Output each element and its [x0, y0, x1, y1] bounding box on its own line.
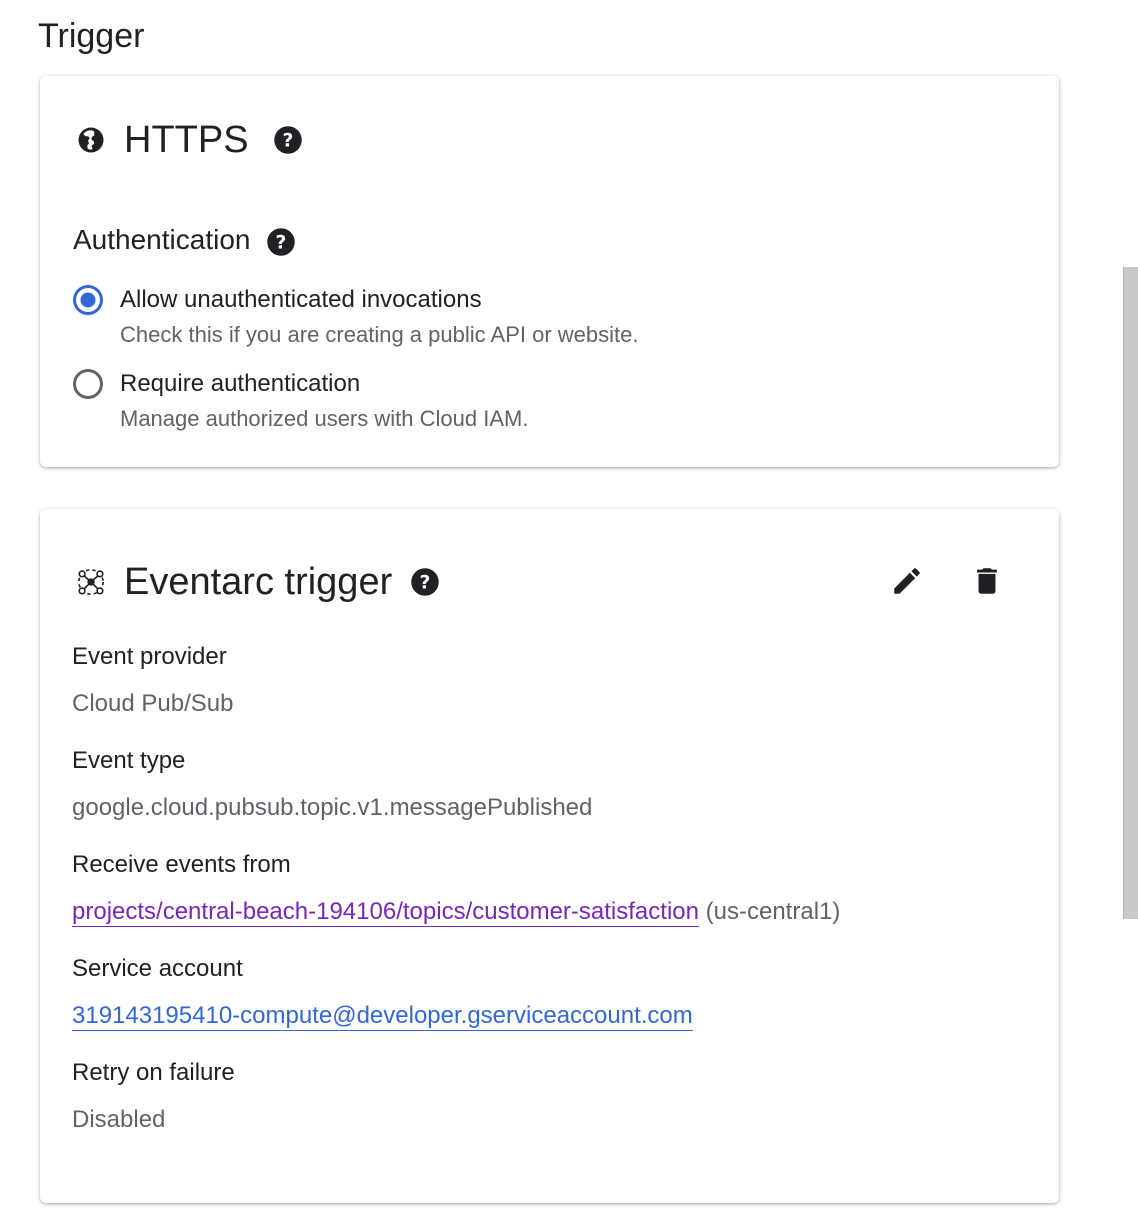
radio-unselected-icon[interactable]: [72, 368, 104, 400]
field-service-account: Service account 319143195410-compute@dev…: [72, 954, 693, 1032]
radio-selected-icon[interactable]: [72, 284, 104, 316]
authentication-label: Authentication: [73, 224, 251, 255]
field-value: google.cloud.pubsub.topic.v1.messagePubl…: [72, 794, 593, 821]
radio-description: Manage authorized users with Cloud IAM.: [120, 406, 529, 431]
field-receive-events-from: Receive events from projects/central-bea…: [72, 850, 840, 928]
section-title: Trigger: [38, 17, 145, 55]
radio-label: Require authentication: [120, 370, 361, 397]
svg-text:?: ?: [276, 232, 287, 253]
field-event-type: Event type google.cloud.pubsub.topic.v1.…: [72, 746, 592, 824]
authentication-help-icon[interactable]: ?: [266, 227, 296, 257]
field-label: Event provider: [72, 643, 227, 670]
radio-allow-unauthenticated[interactable]: Allow unauthenticated invocations Check …: [72, 284, 638, 350]
eventarc-title: Eventarc trigger: [124, 561, 393, 603]
field-value: Cloud Pub/Sub: [72, 690, 234, 717]
trigger-page: Trigger HTTPS ? Authentication ? Allow u…: [0, 0, 1138, 1220]
edit-icon: [894, 568, 920, 594]
radio-label: Allow unauthenticated invocations: [120, 286, 482, 313]
field-retry-on-failure: Retry on failure Disabled: [72, 1058, 235, 1136]
field-label: Receive events from: [72, 851, 291, 878]
field-event-provider: Event provider Cloud Pub/Sub: [72, 642, 233, 720]
field-value: Disabled: [72, 1106, 166, 1133]
eventarc-icon: [74, 565, 108, 599]
eventarc-help-icon[interactable]: ?: [410, 567, 440, 597]
https-card: HTTPS ? Authentication ? Allow unauthent…: [40, 76, 1059, 467]
svg-text:?: ?: [282, 130, 293, 151]
radio-description: Check this if you are creating a public …: [120, 322, 639, 347]
eventarc-card-header: Eventarc trigger ?: [74, 557, 440, 607]
svg-text:?: ?: [420, 572, 431, 593]
service-account-link[interactable]: 319143195410-compute@developer.gservicea…: [72, 1002, 693, 1031]
delete-button[interactable]: [967, 561, 1007, 601]
topic-link[interactable]: projects/central-beach-194106/topics/cus…: [72, 898, 699, 927]
topic-region: (us-central1): [705, 898, 841, 925]
https-title: HTTPS: [124, 119, 249, 161]
radio-require-authentication[interactable]: Require authentication Manage authorized…: [72, 368, 528, 434]
authentication-heading: Authentication ?: [73, 222, 296, 258]
scrollbar[interactable]: [1123, 267, 1138, 919]
https-help-icon[interactable]: ?: [273, 125, 303, 155]
edit-button[interactable]: [887, 561, 927, 601]
radio-text: Allow unauthenticated invocations Check …: [120, 284, 638, 350]
field-label: Event type: [72, 747, 186, 774]
globe-icon: [74, 123, 108, 157]
radio-text: Require authentication Manage authorized…: [120, 368, 528, 434]
field-value: projects/central-beach-194106/topics/cus…: [72, 896, 840, 928]
https-card-header: HTTPS ?: [74, 115, 303, 165]
field-label: Service account: [72, 955, 243, 982]
delete-icon: [977, 568, 997, 594]
field-value: 319143195410-compute@developer.gservicea…: [72, 1000, 693, 1032]
eventarc-actions: [887, 561, 1007, 601]
field-label: Retry on failure: [72, 1059, 235, 1086]
eventarc-card: Eventarc trigger ? Event provider Cloud …: [40, 509, 1059, 1203]
